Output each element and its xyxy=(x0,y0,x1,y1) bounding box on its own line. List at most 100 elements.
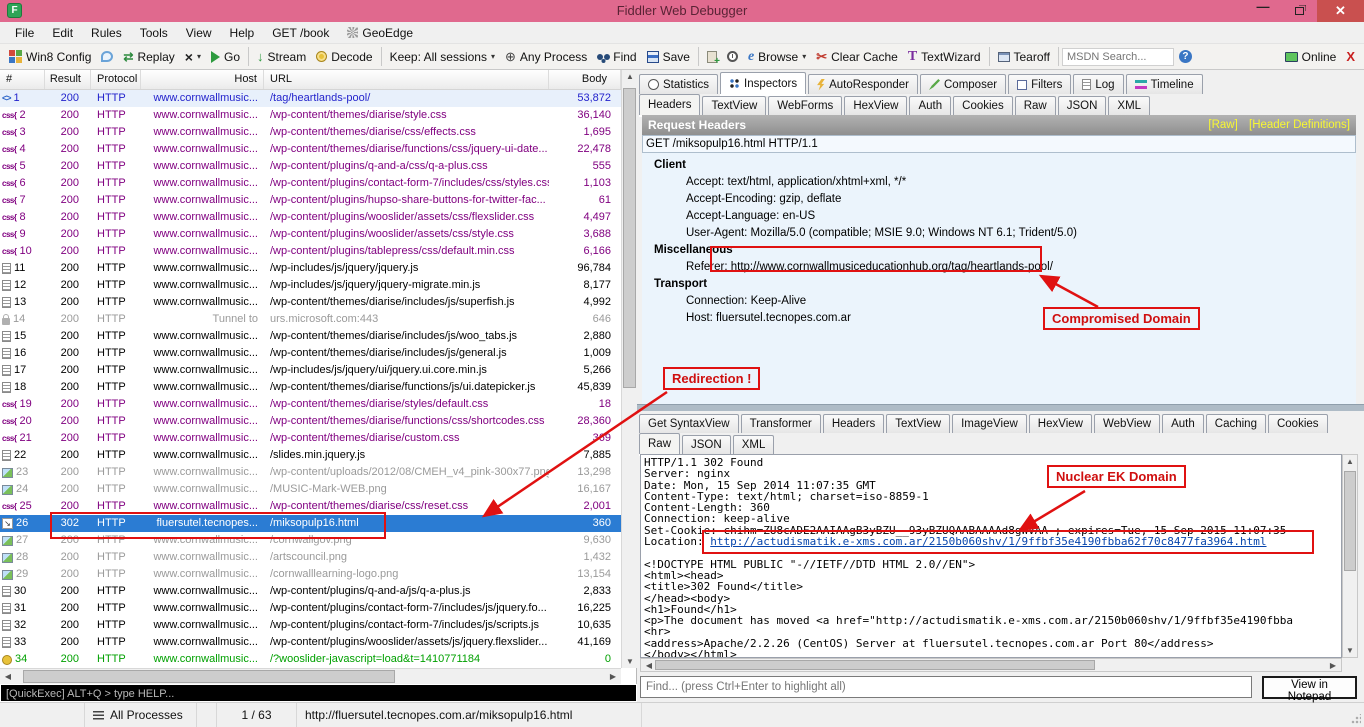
response-vertical-scrollbar[interactable]: ▲ ▼ xyxy=(1342,454,1358,658)
response-raw-view[interactable]: HTTP/1.1 302 FoundServer: nginxDate: Mon… xyxy=(640,454,1342,658)
column-header-host[interactable]: Host xyxy=(141,70,264,89)
session-row[interactable]: 14200HTTPTunnel tours.microsoft.com:4436… xyxy=(0,311,621,328)
tab-autoresponder[interactable]: AutoResponder xyxy=(808,74,918,94)
menu-item-help[interactable]: Help xyxy=(221,23,264,43)
panel-splitter[interactable] xyxy=(637,404,1364,411)
column-header-body[interactable]: Body xyxy=(549,70,621,89)
quickexec-box[interactable]: [QuickExec] ALT+Q > type HELP... xyxy=(0,684,637,702)
response-tab-auth[interactable]: Auth xyxy=(1162,414,1204,433)
menu-item-get-book[interactable]: GET /book xyxy=(263,23,338,43)
request-tab-json[interactable]: JSON xyxy=(1058,96,1107,115)
response-subtab-raw[interactable]: Raw xyxy=(639,433,680,454)
session-row[interactable]: css{3200HTTPwww.cornwallmusic.../wp-cont… xyxy=(0,124,621,141)
response-tab-imageview[interactable]: ImageView xyxy=(952,414,1027,433)
msdn-search-input[interactable] xyxy=(1062,48,1174,66)
response-tab-webview[interactable]: WebView xyxy=(1094,414,1160,433)
capturing-cell[interactable] xyxy=(0,703,85,727)
close-button[interactable]: ✕ xyxy=(1317,0,1364,22)
menu-item-view[interactable]: View xyxy=(177,23,221,43)
menu-item-geoedge[interactable]: GeoEdge xyxy=(338,23,422,43)
session-row[interactable]: <>1200HTTPwww.cornwallmusic.../tag/heart… xyxy=(0,90,621,107)
request-tab-raw[interactable]: Raw xyxy=(1015,96,1056,115)
tab-log[interactable]: Log xyxy=(1073,74,1123,94)
tab-statistics[interactable]: Statistics xyxy=(639,74,718,94)
session-row[interactable]: 18200HTTPwww.cornwallmusic.../wp-content… xyxy=(0,379,621,396)
online-indicator[interactable]: Online xyxy=(1280,48,1342,66)
any-process-button[interactable]: ⊕Any Process xyxy=(500,47,592,67)
scroll-up-icon[interactable]: ▲ xyxy=(1342,457,1358,466)
session-row[interactable]: 15200HTTPwww.cornwallmusic.../wp-content… xyxy=(0,328,621,345)
session-row[interactable]: css{7200HTTPwww.cornwallmusic.../wp-cont… xyxy=(0,192,621,209)
tab-filters[interactable]: Filters xyxy=(1008,74,1071,94)
request-tab-cookies[interactable]: Cookies xyxy=(953,96,1013,115)
session-row[interactable]: 23200HTTPwww.cornwallmusic.../wp-content… xyxy=(0,464,621,481)
session-row[interactable]: 22200HTTPwww.cornwallmusic.../slides.min… xyxy=(0,447,621,464)
location-link[interactable]: http://actudismatik.e-xms.com.ar/2150b06… xyxy=(710,535,1266,548)
response-tab-hexview[interactable]: HexView xyxy=(1029,414,1092,433)
keep-sessions-dropdown[interactable]: Keep: All sessions▾ xyxy=(385,48,500,66)
clear-cache-button[interactable]: ✂Clear Cache xyxy=(811,47,903,67)
find-button[interactable]: Find xyxy=(592,48,641,66)
response-tab-get-syntaxview[interactable]: Get SyntaxView xyxy=(639,414,739,433)
column-header-number[interactable]: # xyxy=(0,70,45,89)
tab-timeline[interactable]: Timeline xyxy=(1126,74,1203,94)
minimize-button[interactable]: — xyxy=(1245,0,1281,22)
response-subtab-json[interactable]: JSON xyxy=(682,435,731,454)
go-button[interactable]: Go xyxy=(206,48,245,66)
view-in-notepad-button[interactable]: View in Notepad xyxy=(1262,676,1357,699)
remove-button[interactable]: ×▾ xyxy=(180,49,206,65)
tearoff-button[interactable]: Tearoff xyxy=(993,48,1055,66)
scroll-right-icon[interactable]: ▶ xyxy=(605,672,621,681)
session-horizontal-scrollbar[interactable]: ◀ ▶ xyxy=(0,668,621,684)
session-row[interactable]: 12200HTTPwww.cornwallmusic.../wp-include… xyxy=(0,277,621,294)
scrollbar-thumb[interactable] xyxy=(23,670,395,683)
response-tab-headers[interactable]: Headers xyxy=(823,414,884,433)
tab-inspectors[interactable]: Inspectors xyxy=(720,72,806,94)
stream-button[interactable]: ↓Stream xyxy=(252,47,311,66)
resize-grip[interactable] xyxy=(1351,714,1361,724)
session-row[interactable]: ↘26302HTTPfluersutel.tecnopes.../miksopu… xyxy=(0,515,621,532)
all-processes-cell[interactable]: All Processes xyxy=(85,703,197,727)
session-row[interactable]: 16200HTTPwww.cornwallmusic.../wp-content… xyxy=(0,345,621,362)
session-row[interactable]: 34200HTTPwww.cornwallmusic.../?wooslider… xyxy=(0,651,621,668)
session-row[interactable]: css{4200HTTPwww.cornwallmusic.../wp-cont… xyxy=(0,141,621,158)
scrollbar-thumb[interactable] xyxy=(1344,471,1356,571)
scroll-up-icon[interactable]: ▲ xyxy=(622,72,638,81)
response-tab-transformer[interactable]: Transformer xyxy=(741,414,821,433)
header-definitions-link[interactable]: [Header Definitions] xyxy=(1249,119,1350,131)
scrollbar-thumb[interactable] xyxy=(623,88,636,388)
restore-button[interactable] xyxy=(1281,0,1317,22)
save-button[interactable]: Save xyxy=(642,48,695,66)
request-tab-xml[interactable]: XML xyxy=(1108,96,1150,115)
session-row[interactable]: css{8200HTTPwww.cornwallmusic.../wp-cont… xyxy=(0,209,621,226)
session-row[interactable]: css{25200HTTPwww.cornwallmusic.../wp-con… xyxy=(0,498,621,515)
response-subtab-xml[interactable]: XML xyxy=(733,435,775,454)
session-row[interactable]: 29200HTTPwww.cornwallmusic.../cornwallle… xyxy=(0,566,621,583)
session-row[interactable]: 17200HTTPwww.cornwallmusic.../wp-include… xyxy=(0,362,621,379)
session-row[interactable]: css{2200HTTPwww.cornwallmusic.../wp-cont… xyxy=(0,107,621,124)
session-vertical-scrollbar[interactable]: ▲ ▼ xyxy=(621,70,637,668)
scrollbar-thumb[interactable] xyxy=(655,660,1095,670)
session-row[interactable]: 13200HTTPwww.cornwallmusic.../wp-content… xyxy=(0,294,621,311)
response-horizontal-scrollbar[interactable]: ◀ ▶ xyxy=(640,658,1342,672)
scroll-left-icon[interactable]: ◀ xyxy=(0,672,16,681)
session-row[interactable]: 27200HTTPwww.cornwallmusic.../cornwallgo… xyxy=(0,532,621,549)
session-row[interactable]: 28200HTTPwww.cornwallmusic.../artscounci… xyxy=(0,549,621,566)
scroll-down-icon[interactable]: ▼ xyxy=(622,657,638,666)
request-tab-headers[interactable]: Headers xyxy=(639,94,700,115)
session-row[interactable]: css{21200HTTPwww.cornwallmusic.../wp-con… xyxy=(0,430,621,447)
comment-button[interactable] xyxy=(96,49,118,64)
timer-button[interactable] xyxy=(722,49,743,64)
menu-item-tools[interactable]: Tools xyxy=(131,23,177,43)
tab-composer[interactable]: Composer xyxy=(920,74,1006,94)
request-tab-textview[interactable]: TextView xyxy=(702,96,766,115)
session-row[interactable]: 24200HTTPwww.cornwallmusic.../MUSIC-Mark… xyxy=(0,481,621,498)
raw-link[interactable]: [Raw] xyxy=(1208,119,1237,131)
session-row[interactable]: css{5200HTTPwww.cornwallmusic.../wp-cont… xyxy=(0,158,621,175)
response-tab-caching[interactable]: Caching xyxy=(1206,414,1266,433)
column-header-url[interactable]: URL xyxy=(264,70,549,89)
session-row[interactable]: 11200HTTPwww.cornwallmusic.../wp-include… xyxy=(0,260,621,277)
find-input[interactable] xyxy=(640,676,1252,698)
scroll-right-icon[interactable]: ▶ xyxy=(1325,661,1341,670)
response-tab-cookies[interactable]: Cookies xyxy=(1268,414,1328,433)
